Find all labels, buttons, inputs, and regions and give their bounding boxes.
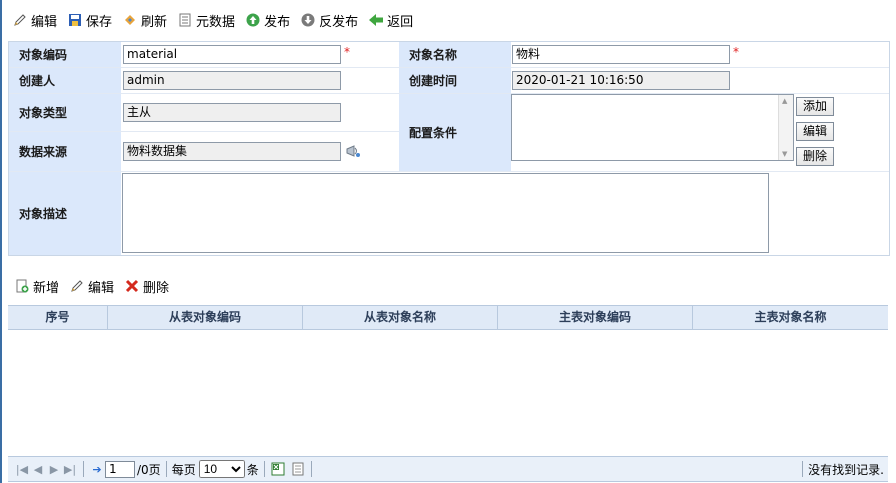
pager-separator [83, 461, 84, 477]
column-header-child-name[interactable]: 从表对象名称 [303, 306, 498, 329]
metadata-icon [177, 12, 193, 28]
object-name-label: 对象名称 [399, 42, 511, 67]
column-header-master-name[interactable]: 主表对象名称 [693, 306, 888, 329]
grid-header: 序号 从表对象编码 从表对象名称 主表对象编码 主表对象名称 [8, 305, 888, 330]
publish-button[interactable]: 发布 [245, 11, 290, 30]
created-time-label: 创建时间 [399, 68, 511, 93]
grid-toolbar: 新增 编辑 删除 [14, 276, 169, 296]
column-header-master-code[interactable]: 主表对象编码 [498, 306, 693, 329]
description-textarea[interactable] [122, 173, 769, 253]
datasource-picker-icon[interactable] [345, 143, 361, 159]
creator-input[interactable]: admin [123, 71, 341, 90]
publish-label: 发布 [264, 14, 291, 30]
per-page-select[interactable]: 10 [198, 460, 245, 478]
publish-icon [245, 12, 261, 28]
datasource-input[interactable]: 物料数据集 [123, 142, 341, 161]
object-type-label: 对象类型 [9, 94, 121, 131]
grid-add-label: 新增 [33, 280, 60, 296]
unpublish-label: 反发布 [319, 14, 359, 30]
datasource-label: 数据来源 [9, 132, 121, 171]
required-mark: * [733, 45, 739, 59]
required-mark: * [344, 45, 350, 59]
left-edge-bar [0, 0, 2, 483]
page-number-input[interactable]: 1 [105, 460, 135, 478]
back-button[interactable]: 返回 [368, 11, 413, 30]
edit-label: 编辑 [31, 14, 58, 30]
export-doc-icon[interactable] [290, 461, 306, 477]
metadata-button[interactable]: 元数据 [177, 11, 235, 30]
last-page-icon[interactable]: ▶| [62, 461, 78, 477]
unpublish-button[interactable]: 反发布 [300, 11, 358, 30]
grid-add-button[interactable]: 新增 [14, 277, 59, 296]
grid-edit-label: 编辑 [88, 280, 115, 296]
back-label: 返回 [387, 14, 414, 30]
page-total-text: /0页 [137, 462, 161, 477]
back-icon [368, 12, 384, 28]
object-code-input[interactable]: material [123, 45, 341, 64]
per-page-label: 每页 [171, 462, 196, 477]
detail-grid: 序号 从表对象编码 从表对象名称 主表对象编码 主表对象名称 [8, 305, 888, 455]
metadata-label: 元数据 [196, 14, 236, 30]
creator-label: 创建人 [9, 68, 121, 93]
created-time-input[interactable]: 2020-01-21 10:16:50 [512, 71, 730, 90]
first-page-icon[interactable]: |◀ [14, 461, 30, 477]
export-excel-icon[interactable] [270, 461, 286, 477]
object-code-label: 对象编码 [9, 42, 121, 67]
config-label: 配置条件 [399, 94, 511, 171]
refresh-button[interactable]: 刷新 [122, 11, 167, 30]
go-page-icon[interactable]: ➔ [89, 461, 105, 477]
next-page-icon[interactable]: ▶ [46, 461, 62, 477]
add-doc-icon [14, 278, 30, 294]
grid-edit-button[interactable]: 编辑 [69, 277, 114, 296]
save-label: 保存 [86, 14, 113, 30]
description-label: 对象描述 [9, 172, 121, 255]
pencil-icon [69, 278, 85, 294]
scroll-up-icon[interactable]: ▲ [782, 97, 787, 105]
scroll-down-icon[interactable]: ▼ [782, 150, 787, 158]
config-delete-button[interactable]: 删除 [796, 147, 835, 166]
config-textarea[interactable]: ▲ ▼ [511, 94, 794, 161]
pager-separator [263, 461, 265, 477]
grid-delete-button[interactable]: 删除 [124, 277, 169, 296]
refresh-icon [122, 12, 138, 28]
per-page-unit: 条 [246, 462, 259, 477]
pager-status: 没有找到记录. [808, 462, 884, 477]
config-add-button[interactable]: 添加 [796, 97, 835, 116]
pager-separator [165, 461, 167, 477]
config-edit-button[interactable]: 编辑 [796, 122, 835, 141]
object-name-input[interactable]: 物料 [512, 45, 730, 64]
main-toolbar: 编辑 保存 刷新 元数据 发布 反发布 返回 [12, 9, 413, 31]
form-divider [9, 171, 889, 172]
unpublish-icon [300, 12, 316, 28]
grid-delete-label: 删除 [143, 280, 170, 296]
column-header-index[interactable]: 序号 [8, 306, 108, 329]
save-button[interactable]: 保存 [67, 11, 112, 30]
config-scrollbar[interactable]: ▲ ▼ [778, 95, 793, 160]
refresh-label: 刷新 [141, 14, 168, 30]
object-type-input[interactable]: 主从 [123, 103, 341, 122]
column-header-child-code[interactable]: 从表对象编码 [108, 306, 303, 329]
prev-page-icon[interactable]: ◀ [30, 461, 46, 477]
pencil-icon [12, 12, 28, 28]
pager: |◀ ◀ ▶ ▶| ➔ 1 /0页 每页 10 条 没有找到记录. [8, 456, 888, 482]
pager-separator [310, 461, 312, 477]
delete-icon [124, 278, 140, 294]
object-form: 对象编码 material * 对象名称 物料 * 创建人 admin 创建时间… [8, 41, 890, 256]
edit-button[interactable]: 编辑 [12, 11, 57, 30]
pager-separator [802, 461, 804, 477]
save-icon [67, 12, 83, 28]
